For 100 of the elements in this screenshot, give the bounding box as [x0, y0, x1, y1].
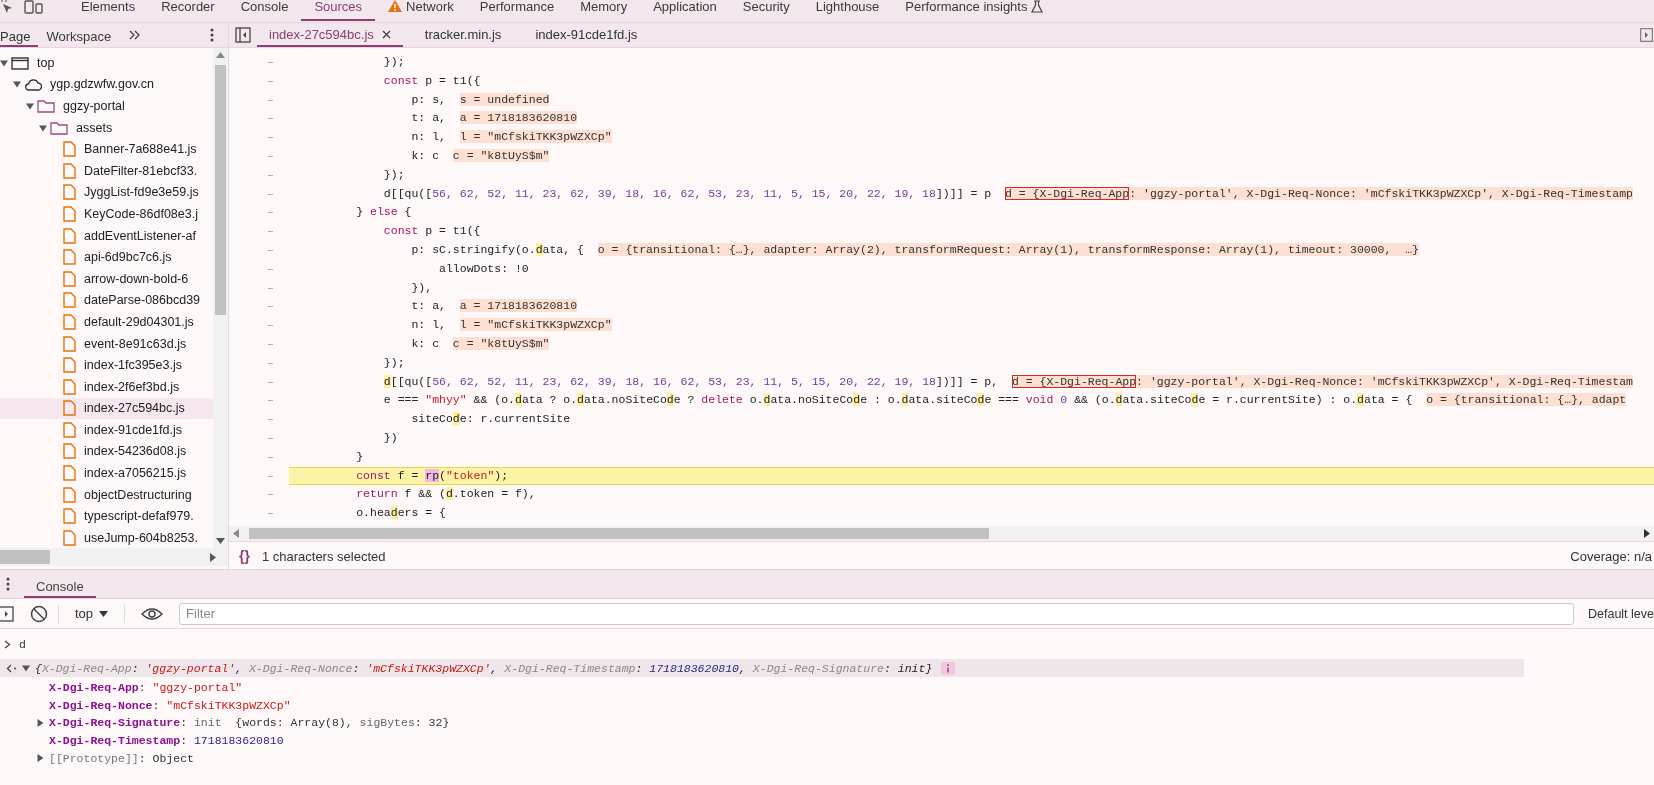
more-options-icon[interactable]: [210, 28, 214, 42]
device-icon[interactable]: [24, 0, 44, 14]
file-icon: [63, 400, 76, 417]
triangle-icon[interactable]: [13, 80, 21, 89]
code-line: k: c c = "k8tUyS$m": [411, 336, 550, 350]
tree-item[interactable]: api-6d9bc7c6.js: [0, 246, 213, 268]
line-marker: –: [267, 279, 274, 296]
panel-tab[interactable]: Network: [375, 0, 467, 21]
info-icon[interactable]: [941, 661, 956, 675]
tree-item[interactable]: index-a7056215.js: [0, 462, 213, 484]
tree-item[interactable]: Banner-7a688e41.js: [0, 138, 213, 160]
line-marker: –: [267, 54, 274, 70]
file-tab[interactable]: tracker.min.js: [412, 23, 514, 47]
object-property: X-Dgi-Req-Timestamp: 1718183620810: [49, 734, 284, 748]
file-icon: [63, 227, 76, 244]
tree-item[interactable]: objectDestructuring: [0, 483, 213, 506]
panel-tab[interactable]: Security: [729, 0, 803, 21]
code-line: const p = t1({: [383, 73, 481, 87]
file-icon: [63, 465, 76, 482]
code-line: n: l, l = "mCfskiTKK3pWZXCp": [411, 130, 612, 144]
tree-item[interactable]: top: [0, 52, 213, 74]
line-marker: –: [267, 392, 274, 409]
tree-item[interactable]: addEventListener-af: [0, 224, 213, 247]
line-marker: –: [267, 467, 274, 484]
triangle-icon[interactable]: [22, 664, 30, 672]
clear-console-icon[interactable]: [30, 604, 48, 623]
scrollbar-thumb[interactable]: [0, 550, 50, 564]
code-line: t: a, a = 1718183620810: [411, 299, 578, 313]
tree-item[interactable]: useJump-604b8253.: [0, 527, 213, 548]
code-line: });: [383, 167, 405, 181]
scroll-right-icon[interactable]: [1644, 529, 1650, 538]
line-marker: –: [267, 148, 274, 164]
tree-item[interactable]: index-2f6ef3bd.js: [0, 375, 213, 398]
triangle-icon[interactable]: [39, 123, 47, 132]
line-marker: –: [267, 505, 274, 522]
eye-icon[interactable]: [141, 606, 164, 621]
tree-item[interactable]: dateParse-086bcd39: [0, 289, 213, 312]
sidebar-toggle-icon[interactable]: [235, 27, 251, 43]
panel-tab[interactable]: Performance insights: [892, 0, 1057, 21]
tree-item[interactable]: default-29d04301.js: [0, 311, 213, 333]
sidebar-toggle-icon[interactable]: [0, 605, 14, 622]
tree-item[interactable]: JyggList-fd9e3e59.js: [0, 181, 213, 204]
object-property: [[Prototype]]: Object: [49, 751, 194, 765]
log-levels-dropdown[interactable]: Default leve: [1588, 606, 1654, 621]
scrollbar-thumb[interactable]: [215, 65, 226, 315]
code-line: e === "mhyy" && (o.data ? o.data.noSiteCode ? delete o.data.noSiteCode : o.data.siteCode === void 0 && (o.data.siteCode = r.currentSite) : o.data = { o = {transitional: {…}, adapt: [383, 393, 1627, 407]
panel-tab[interactable]: Sources: [301, 0, 376, 21]
triangle-icon[interactable]: [36, 754, 44, 763]
context-dropdown[interactable]: top: [69, 606, 115, 621]
panel-tab[interactable]: Elements: [68, 0, 149, 21]
line-marker: –: [267, 204, 274, 221]
tree-item[interactable]: ygp.gdzwfw.gov.cn: [0, 73, 213, 96]
panel-tab[interactable]: Recorder: [148, 0, 228, 21]
code-line: });: [383, 355, 405, 369]
close-icon[interactable]: [381, 29, 391, 39]
panel-tab[interactable]: Lighthouse: [802, 0, 893, 21]
panel-tab[interactable]: Application: [640, 0, 730, 21]
panel-tab[interactable]: Console: [227, 0, 302, 21]
tree-item[interactable]: index-54236d08.js: [0, 440, 213, 463]
coverage-status: Coverage: n/a: [1570, 548, 1652, 564]
line-marker: –: [267, 185, 274, 202]
more-options-icon[interactable]: [6, 577, 10, 591]
scroll-left-icon[interactable]: [233, 529, 239, 538]
file-tab[interactable]: index-27c594bc.js: [257, 23, 403, 47]
line-marker: –: [267, 448, 274, 465]
flask-icon: [1031, 0, 1044, 13]
line-marker: –: [267, 129, 274, 146]
tree-item[interactable]: DateFilter-81ebcf33.: [0, 159, 213, 182]
scroll-down-icon[interactable]: [216, 538, 225, 544]
scroll-right-icon[interactable]: [210, 552, 216, 562]
line-marker: –: [267, 166, 274, 183]
more-tabs-icon[interactable]: [129, 30, 142, 40]
panel-tab[interactable]: Performance: [466, 0, 568, 21]
tree-item[interactable]: index-27c594bc.js: [0, 397, 213, 420]
pretty-print-button[interactable]: {}: [239, 548, 250, 564]
navigator-tab[interactable]: Workspace: [38, 23, 120, 47]
inspect-icon[interactable]: [0, 0, 14, 14]
caret-icon: [99, 610, 109, 617]
tree-item[interactable]: KeyCode-86df08e3.j: [0, 203, 213, 225]
line-marker: –: [267, 429, 274, 446]
triangle-icon[interactable]: [0, 58, 8, 67]
tree-item[interactable]: assets: [0, 116, 213, 139]
scroll-up-icon[interactable]: [216, 52, 225, 58]
panel-tab[interactable]: Memory: [567, 0, 641, 21]
file-tab[interactable]: index-91cde1fd.js: [523, 23, 650, 47]
filter-field[interactable]: Filter: [179, 602, 1574, 625]
scrollbar-thumb[interactable]: [249, 528, 989, 539]
tree-item[interactable]: index-1fc395e3.js: [0, 354, 213, 376]
line-marker: –: [267, 411, 274, 428]
line-marker: –: [267, 373, 274, 390]
triangle-icon[interactable]: [36, 719, 44, 727]
tree-item[interactable]: typescript-defaf979.: [0, 505, 213, 528]
tree-item[interactable]: ggzy-portal: [0, 95, 213, 117]
sidebar-toggle-icon[interactable]: [1640, 28, 1653, 42]
tree-item[interactable]: index-91cde1fd.js: [0, 419, 213, 441]
triangle-icon[interactable]: [26, 102, 34, 110]
tree-item[interactable]: event-8e91c63d.js: [0, 332, 213, 355]
tree-item[interactable]: arrow-down-bold-6: [0, 267, 213, 290]
navigator-tab[interactable]: Page: [0, 23, 39, 47]
drawer-tab[interactable]: Console: [24, 570, 96, 598]
